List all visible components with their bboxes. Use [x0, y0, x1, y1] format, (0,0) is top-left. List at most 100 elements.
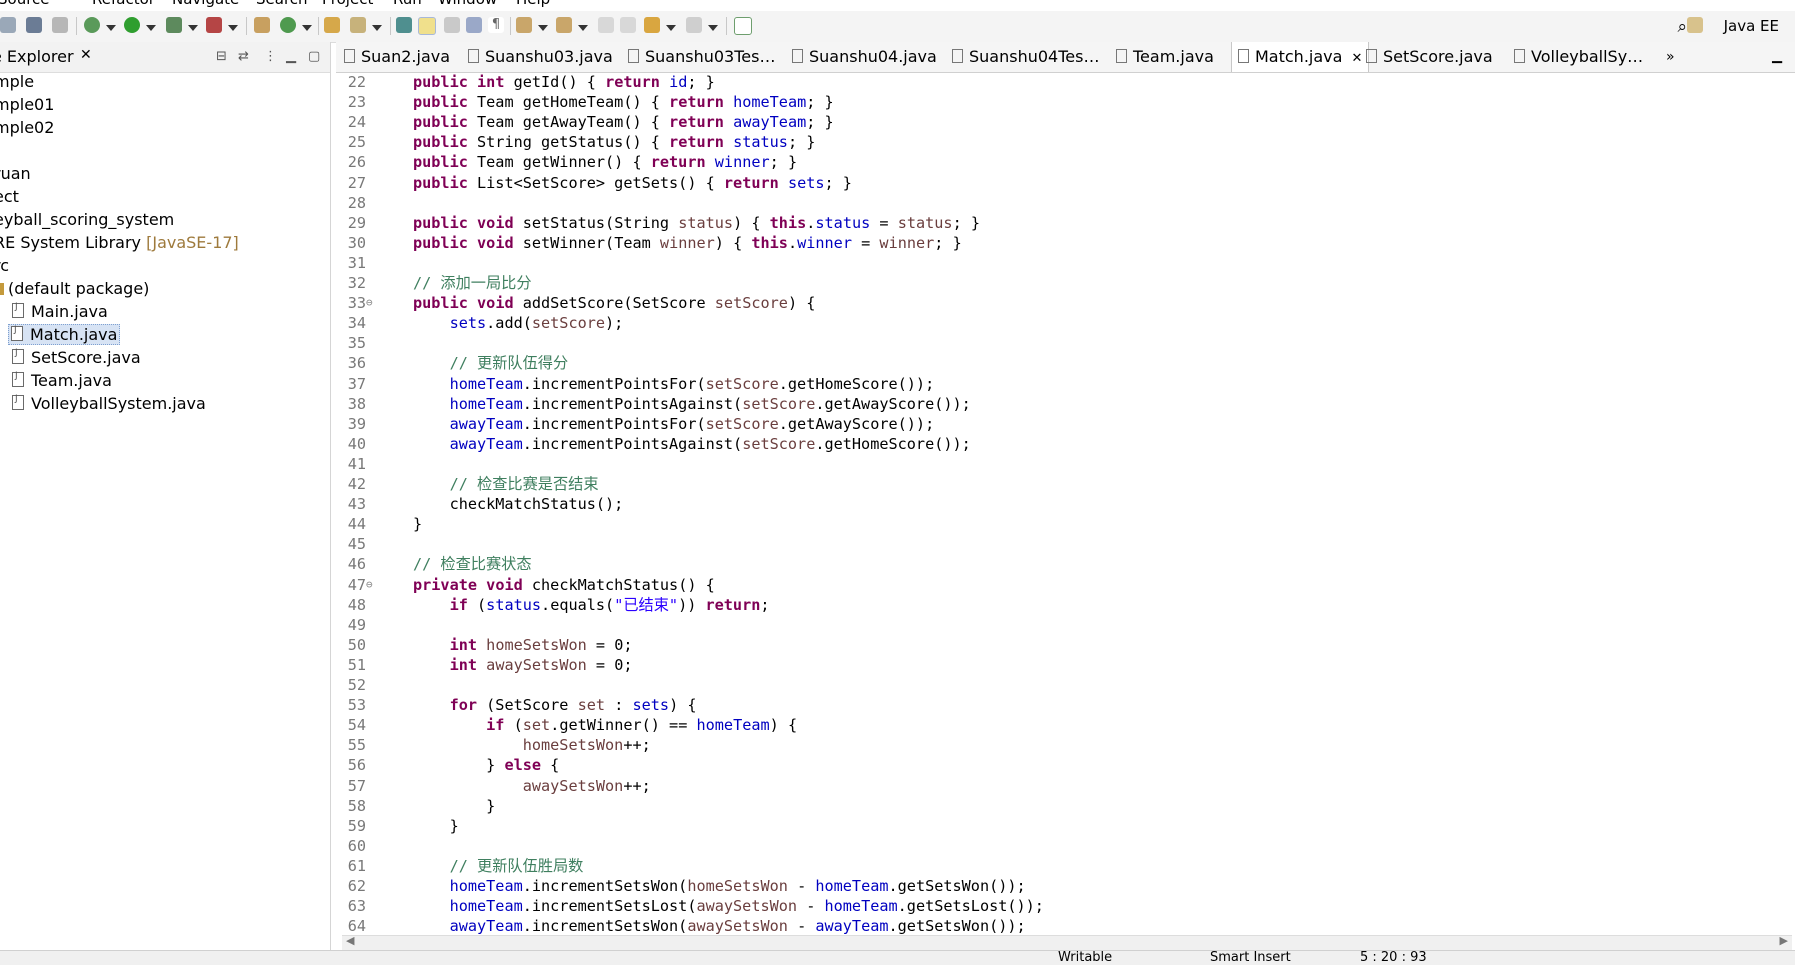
menu-navigate[interactable]: Navigate: [172, 0, 239, 8]
code-line[interactable]: 27 public List<SetScore> getSets() { retu…: [336, 173, 1766, 193]
run-dropdown-icon[interactable]: [146, 25, 156, 31]
word-wrap-icon[interactable]: [466, 17, 482, 33]
tab-team[interactable]: Team.java: [1116, 42, 1214, 72]
tab-suanshu03test[interactable]: Suanshu03Tes…: [628, 42, 775, 72]
code-line[interactable]: 44}: [336, 514, 1766, 534]
code-line[interactable]: 26 public Team getWinner() { return winne…: [336, 152, 1766, 172]
back-icon[interactable]: [644, 17, 660, 33]
tree-item-jre[interactable]: RE System Library [JavaSE-17]: [0, 233, 239, 252]
next-annotation-icon[interactable]: [516, 17, 532, 33]
horizontal-scrollbar[interactable]: ◀ ▶: [342, 934, 1792, 950]
show-whitespace-icon[interactable]: ¶: [488, 17, 504, 33]
code-line[interactable]: 51 int awaySetsWon = 0;: [336, 655, 1766, 675]
code-line[interactable]: 43 checkMatchStatus();: [336, 494, 1766, 514]
tree-item[interactable]: ruan: [0, 164, 31, 183]
tree-item-match[interactable]: Match.java: [8, 324, 121, 345]
external-tools-icon[interactable]: [206, 17, 222, 33]
code-line[interactable]: 63 homeTeam.incrementSetsLost(awaySetsWo…: [336, 896, 1766, 916]
code-line[interactable]: 30 public void setWinner(Team winner) { t…: [336, 233, 1766, 253]
fold-icon[interactable]: ⊖: [366, 293, 373, 313]
minimize-icon[interactable]: ▁: [286, 49, 296, 64]
tab-volleyballsystem[interactable]: VolleyballSy…: [1514, 42, 1643, 72]
debug-dropdown-icon[interactable]: [106, 25, 116, 31]
block-selection-icon[interactable]: [444, 17, 460, 33]
coverage-icon[interactable]: [166, 17, 182, 33]
code-line[interactable]: 29 public void setStatus(String status) {…: [336, 213, 1766, 233]
code-line[interactable]: 62 homeTeam.incrementSetsWon(homeSetsWon…: [336, 876, 1766, 896]
save-all-icon[interactable]: [0, 17, 16, 33]
menu-project[interactable]: Project: [322, 0, 373, 8]
tree-item-volleyballsystem[interactable]: VolleyballSystem.java: [12, 394, 206, 413]
menu-search[interactable]: Search: [256, 0, 308, 8]
tree-item-team[interactable]: Team.java: [12, 371, 112, 390]
tabs-overflow-icon[interactable]: »: [1666, 42, 1675, 72]
back-dropdown-icon[interactable]: [666, 25, 676, 31]
code-line[interactable]: 56 } else {: [336, 755, 1766, 775]
external-tools-dropdown-icon[interactable]: [228, 25, 238, 31]
code-line[interactable]: 32 // 添加一局比分: [336, 273, 1766, 293]
view-menu-icon[interactable]: ⋮: [264, 49, 277, 64]
coverage-dropdown-icon[interactable]: [188, 25, 198, 31]
open-view-icon[interactable]: [734, 17, 752, 35]
code-line[interactable]: 25 public String getStatus() { return sta…: [336, 132, 1766, 152]
new-package-icon[interactable]: [254, 17, 270, 33]
prev-annotation-dropdown-icon[interactable]: [578, 25, 588, 31]
search-tool-icon[interactable]: [350, 17, 366, 33]
code-area[interactable]: 22 public int getId() { return id; } 23 pub…: [336, 72, 1781, 972]
code-line[interactable]: 54 if (set.getWinner() == homeTeam) {: [336, 715, 1766, 735]
code-line[interactable]: 23 public Team getHomeTeam() { return hom…: [336, 92, 1766, 112]
code-line[interactable]: 40 awayTeam.incrementPointsAgainst(setSc…: [336, 434, 1766, 454]
code-line[interactable]: 48 if (status.equals("已结束")) return;: [336, 595, 1766, 615]
code-line[interactable]: 47 ⊖ private void checkMatchStatus() {: [336, 575, 1766, 595]
menu-source[interactable]: Source: [0, 0, 50, 8]
menu-help[interactable]: Help: [516, 0, 550, 8]
code-line[interactable]: 49: [336, 615, 1766, 635]
scroll-right-icon[interactable]: ▶: [1780, 934, 1788, 947]
next-annotation-dropdown-icon[interactable]: [538, 25, 548, 31]
skip-breakpoints-icon[interactable]: [52, 17, 68, 33]
maximize-icon[interactable]: ▢: [308, 49, 320, 64]
code-line[interactable]: 55 homeSetsWon++;: [336, 735, 1766, 755]
tree-item[interactable]: mple01: [0, 95, 54, 114]
forward-dropdown-icon[interactable]: [708, 25, 718, 31]
new-class-dropdown-icon[interactable]: [302, 25, 312, 31]
tree-item-src[interactable]: rc: [0, 256, 9, 275]
tree-item[interactable]: mple02: [0, 118, 54, 137]
code-line[interactable]: 52: [336, 675, 1766, 695]
code-line[interactable]: 58 }: [336, 796, 1766, 816]
new-class-icon[interactable]: [280, 17, 296, 33]
code-line[interactable]: 42 // 检查比赛是否结束: [336, 474, 1766, 494]
code-line[interactable]: 50 int homeSetsWon = 0;: [336, 635, 1766, 655]
tree-item-project[interactable]: eyball_scoring_system: [0, 210, 174, 229]
menu-refactor[interactable]: Refactor: [92, 0, 155, 8]
prev-annotation-icon[interactable]: [556, 17, 572, 33]
code-line[interactable]: 53 for (SetScore set : sets) {: [336, 695, 1766, 715]
forward-edit-icon[interactable]: [620, 17, 636, 33]
tab-setscore[interactable]: SetScore.java: [1366, 42, 1493, 72]
close-icon[interactable]: ✕: [80, 47, 92, 63]
tree-item-default-package[interactable]: (default package): [0, 279, 149, 298]
code-line[interactable]: 39 awayTeam.incrementPointsFor(setScore.…: [336, 414, 1766, 434]
code-line[interactable]: 33 ⊖ public void addSetScore(SetScore setS…: [336, 293, 1766, 313]
tab-suan2[interactable]: Suan2.java: [344, 42, 450, 72]
tab-suanshu04[interactable]: Suanshu04.java: [792, 42, 937, 72]
code-line[interactable]: 41: [336, 454, 1766, 474]
collapse-all-icon[interactable]: ⊟: [216, 49, 227, 64]
tab-match[interactable]: Match.java ✕: [1231, 42, 1370, 72]
last-edit-icon[interactable]: [598, 17, 614, 33]
code-line[interactable]: 35: [336, 333, 1766, 353]
code-line[interactable]: 59 }: [336, 816, 1766, 836]
perspective-java-ee[interactable]: Java EE: [1724, 17, 1779, 35]
tree-item[interactable]: mple: [0, 72, 34, 91]
scroll-left-icon[interactable]: ◀: [346, 934, 354, 947]
code-line[interactable]: 46 // 检查比赛状态: [336, 554, 1766, 574]
code-line[interactable]: 64 awayTeam.incrementSetsWon(awaySetsWon…: [336, 916, 1766, 936]
run-icon[interactable]: [124, 17, 140, 33]
forward-icon[interactable]: [686, 17, 702, 33]
tab-suanshu04test[interactable]: Suanshu04Tes…: [952, 42, 1099, 72]
close-icon[interactable]: ✕: [1352, 51, 1363, 66]
explorer-title[interactable]: e Explorer: [0, 47, 74, 66]
menu-run[interactable]: Run: [393, 0, 422, 8]
code-line[interactable]: 37 homeTeam.incrementPointsFor(setScore.…: [336, 374, 1766, 394]
code-line[interactable]: 34 sets.add(setScore);: [336, 313, 1766, 333]
